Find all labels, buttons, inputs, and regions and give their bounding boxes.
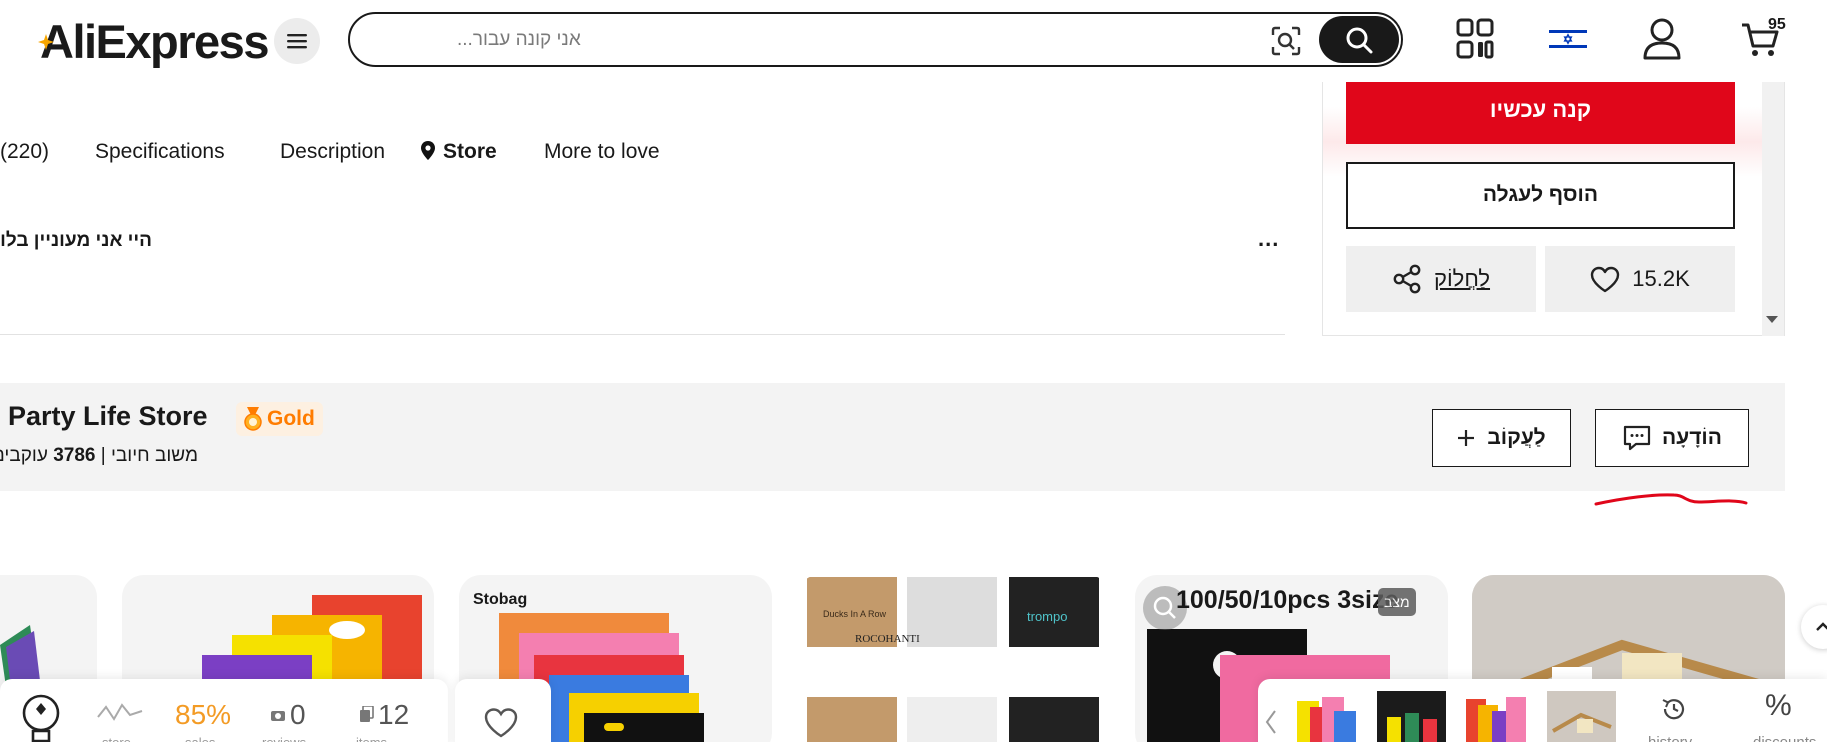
message-store-button[interactable]: הוֹדָעָה [1595,409,1749,467]
discounts-label: discounts [1753,734,1816,742]
history-label: history [1648,734,1692,742]
logo-text: AliExpress [40,15,269,68]
buy-now-button[interactable]: קנה עכשיו [1346,82,1735,144]
featured-badge: מצב [1378,588,1416,616]
message-label: הוֹדָעָה [1662,426,1722,449]
product-thumb-image [1377,691,1446,742]
history-toolbar: history % discounts [1258,679,1827,742]
tab-more-to-love[interactable]: More to love [544,140,660,164]
history-thumb-1[interactable] [1292,691,1361,742]
lightbulb-icon[interactable] [18,693,64,742]
trend-line-icon [97,703,143,721]
stat-label-1: store [102,735,131,742]
tab-specifications[interactable]: Specifications [95,140,225,164]
store-stats-toolbar: 85% 0 12 store sales reviews items [0,679,448,742]
history-icon [1662,699,1685,720]
stat-label-3: reviews [262,735,306,742]
plus-icon [1458,430,1475,446]
message-preview: היי אני מעוניין בלוגו [0,230,152,251]
share-label: לַחֲלוֹק [1433,266,1491,291]
add-to-cart-button[interactable]: הוסף לעגלה [1346,162,1735,229]
search-icon [1346,27,1373,53]
copy-icon [360,705,374,722]
follow-label: לַעֲקוֹב [1487,426,1546,449]
search-button[interactable] [1319,16,1399,63]
history-thumb-3[interactable] [1462,691,1531,742]
chat-icon [1623,425,1651,451]
product-thumb-image [1547,691,1616,742]
percent-sign: % [206,699,232,730]
share-button[interactable]: לַחֲלוֹק [1346,246,1536,312]
store-rating-value: 85 [175,699,207,730]
featured-card-title: 100/50/10pcs 3size [1176,586,1399,614]
item-count-value: 12 [378,699,410,730]
ducks-label: Ducks In A Row [823,609,887,619]
location-pin-icon [421,141,435,160]
qr-code-icon[interactable] [1456,18,1494,60]
product-thumb-image [1466,697,1526,742]
chevron-up-icon [1816,622,1827,631]
camera-icon [271,711,285,721]
search-bar [348,12,1403,67]
feedback-label: משוב חיובי [111,445,198,466]
image-search-icon[interactable] [1270,25,1302,57]
store-rating: 85% [175,699,231,731]
medal-icon [244,407,262,431]
logo-sun-icon [38,34,54,50]
hamburger-icon [287,34,307,49]
stats-separator: | [100,445,106,466]
header: AliExpress 95 [0,0,1827,82]
wishlist-count: 15.2K [1632,266,1690,291]
scroll-down-arrow-icon[interactable] [1766,316,1778,323]
tab-description[interactable]: Description [280,140,385,164]
more-options-button[interactable]: ... [1258,226,1279,252]
product-image [807,577,1099,742]
account-icon[interactable] [1642,18,1682,60]
menu-button[interactable] [274,18,320,64]
review-count: 0 [270,699,306,731]
search-input[interactable] [421,14,1201,65]
tab-store-label: Store [443,140,497,163]
share-icon [1393,264,1421,294]
product-card-paper-bags[interactable]: Ducks In A Row ROCOHANTI trompo [797,575,1110,742]
followers-count: 3786 [53,445,96,466]
heart-icon [1591,266,1620,292]
followers-label: עוקבים [0,445,48,466]
rocohanti-label: ROCOHANTI [855,633,920,645]
review-count-value: 0 [290,699,306,730]
stat-label-4: items [356,735,387,742]
gold-badge: Gold [236,402,323,436]
history-thumb-4[interactable] [1547,691,1616,742]
trompo-label: trompo [1027,609,1068,624]
israel-flag-icon[interactable] [1549,28,1587,50]
section-divider [0,334,1285,335]
gold-badge-label: Gold [267,407,315,430]
tab-store[interactable]: Store [421,140,497,164]
follow-store-button[interactable]: לַעֲקוֹב [1432,409,1571,467]
wishlist-button[interactable]: 15.2K [1545,246,1735,312]
product-thumb-image [1297,697,1356,742]
item-count: 12 [360,699,409,731]
panel-scrollbar[interactable] [1762,82,1784,336]
chevron-left-icon[interactable] [1264,709,1278,735]
floating-wishlist-button[interactable] [455,679,551,742]
cart-count-badge: 95 [1768,16,1786,33]
heart-outline-icon [484,708,518,738]
store-stats: משוב חיובי | 3786 עוקבים [0,445,198,467]
tab-reviews[interactable]: (220) [0,140,49,164]
red-underline-annotation [1594,493,1748,506]
stat-label-2: sales [185,735,215,742]
store-name[interactable]: Party Life Store [8,401,208,432]
history-thumb-2[interactable] [1377,691,1446,742]
carousel-next-button[interactable] [1801,605,1827,649]
discounts-icon: % [1765,689,1792,722]
card-brand-label: Stobag [473,591,528,608]
aliexpress-logo[interactable]: AliExpress [38,14,269,69]
